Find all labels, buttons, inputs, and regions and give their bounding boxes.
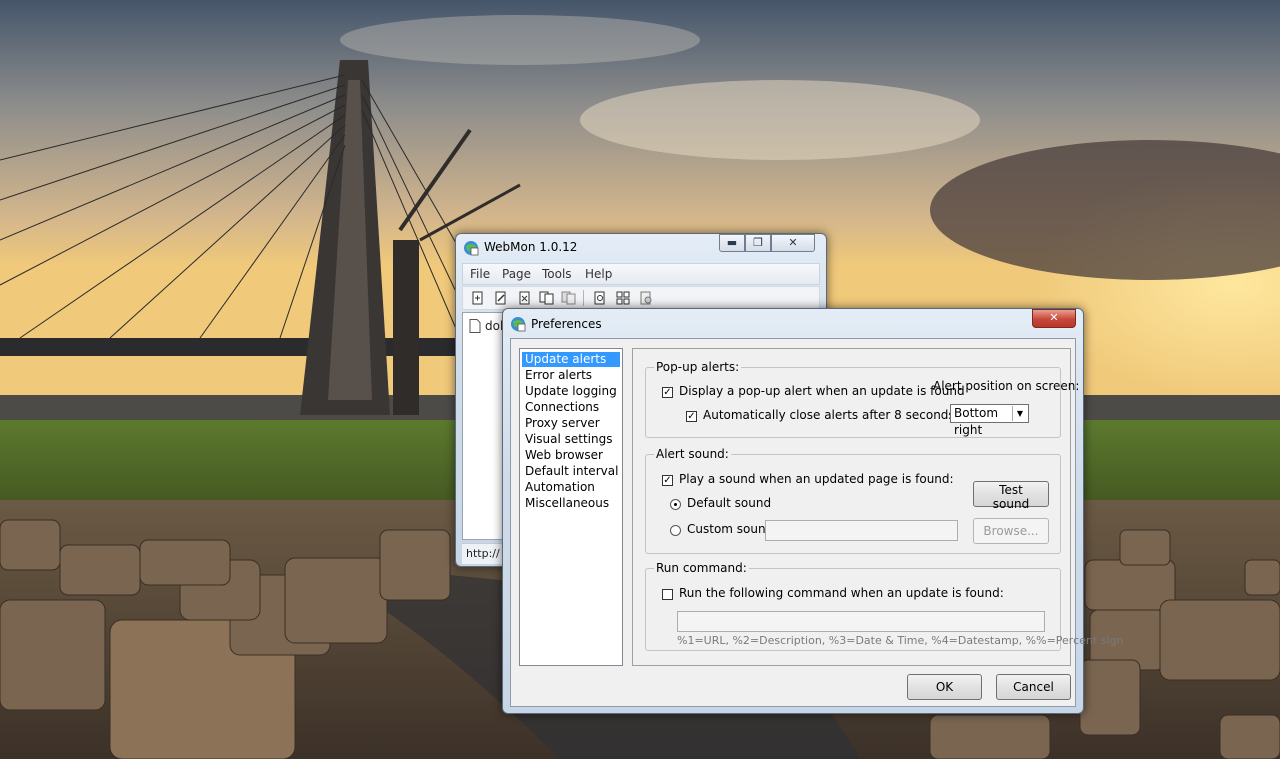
webmon-app-icon (464, 241, 479, 256)
check-page-icon[interactable] (593, 291, 607, 305)
alert-sound-group: Alert sound: ✓ Play a sound when an upda… (645, 447, 1061, 554)
custom-sound-path-input[interactable] (765, 520, 958, 541)
check-all-icon[interactable] (616, 291, 630, 305)
close-icon: ✕ (788, 236, 798, 249)
display-popup-checkbox[interactable]: ✓ (662, 387, 673, 398)
checkmark-icon: ✓ (663, 387, 672, 398)
run-command-label[interactable]: Run the following command when an update… (679, 586, 1004, 600)
menu-bar: File Page Tools Help (462, 263, 820, 285)
menu-help[interactable]: Help (585, 267, 612, 281)
paste-page-icon[interactable] (561, 291, 577, 305)
run-command-group: Run command: Run the following command w… (645, 561, 1123, 651)
preferences-client: Update alerts Error alerts Update loggin… (510, 338, 1123, 707)
popup-alerts-group: Pop-up alerts: ✓ Display a pop-up alert … (645, 360, 1079, 438)
test-sound-button[interactable]: Test sound (973, 481, 1049, 511)
custom-sound-label[interactable]: Custom sound: (687, 522, 777, 536)
play-sound-label[interactable]: Play a sound when an updated page is fou… (679, 472, 954, 486)
new-page-icon[interactable] (471, 291, 485, 305)
checkmark-icon: ✓ (687, 411, 696, 422)
toolbar-separator (583, 290, 584, 306)
webmon-title: WebMon 1.0.12 (484, 240, 578, 254)
autoclose-checkbox[interactable]: ✓ (686, 411, 697, 422)
category-error-alerts[interactable]: Error alerts (522, 368, 620, 383)
alert-position-label: Alert position on screen: (933, 379, 1080, 393)
category-connections[interactable]: Connections (522, 400, 620, 415)
default-sound-label[interactable]: Default sound (687, 496, 771, 510)
checkmark-icon: ✓ (663, 475, 672, 486)
alert-position-select[interactable]: Bottom right ▼ (950, 404, 1029, 437)
close-button[interactable]: ✕ (771, 234, 815, 252)
preferences-app-icon (511, 317, 526, 332)
alert-sound-legend: Alert sound: (654, 447, 731, 461)
webmon-titlebar[interactable]: WebMon 1.0.12 ▬ ❐ ✕ (456, 234, 826, 260)
autoclose-label[interactable]: Automatically close alerts after 8 secon… (703, 408, 955, 422)
command-input[interactable] (677, 611, 1045, 632)
copy-page-icon[interactable] (539, 291, 555, 305)
category-proxy-server[interactable]: Proxy server (522, 416, 620, 431)
category-update-alerts[interactable]: Update alerts (522, 352, 620, 367)
dialog-close-button[interactable]: ✕ (1032, 309, 1076, 328)
ok-button[interactable]: OK (907, 674, 982, 700)
play-sound-checkbox[interactable]: ✓ (662, 475, 673, 486)
preferences-dialog[interactable]: Preferences ✕ Update alerts Error alerts… (502, 308, 1123, 714)
alert-position-value: Bottom right (954, 406, 999, 437)
category-update-logging[interactable]: Update logging (522, 384, 620, 399)
minimize-icon: ▬ (726, 236, 738, 249)
chevron-down-icon: ▼ (1012, 406, 1027, 421)
delete-page-icon[interactable] (518, 291, 532, 305)
category-visual-settings[interactable]: Visual settings (522, 432, 620, 447)
settings-panel: Pop-up alerts: ✓ Display a pop-up alert … (632, 348, 1123, 666)
preferences-titlebar[interactable]: Preferences ✕ (503, 309, 1083, 335)
maximize-button[interactable]: ❐ (745, 234, 771, 252)
category-miscellaneous[interactable]: Miscellaneous (522, 496, 620, 511)
menu-page[interactable]: Page (502, 267, 531, 281)
run-command-legend: Run command: (654, 561, 749, 575)
browse-button[interactable]: Browse... (973, 518, 1049, 544)
run-command-checkbox[interactable] (662, 589, 673, 600)
category-list[interactable]: Update alerts Error alerts Update loggin… (519, 348, 623, 666)
menu-file[interactable]: File (470, 267, 490, 281)
category-automation[interactable]: Automation (522, 480, 620, 495)
edit-page-icon[interactable] (494, 291, 508, 305)
display-popup-label[interactable]: Display a pop-up alert when an update is… (679, 384, 965, 398)
close-icon: ✕ (1049, 311, 1059, 324)
popup-alerts-legend: Pop-up alerts: (654, 360, 742, 374)
preferences-title: Preferences (531, 317, 602, 331)
default-sound-radio[interactable] (670, 499, 681, 510)
restore-icon: ❐ (753, 236, 763, 249)
status-text: http:// (466, 547, 500, 560)
cancel-button[interactable]: Cancel (996, 674, 1071, 700)
toolbar (462, 286, 820, 310)
custom-sound-radio[interactable] (670, 525, 681, 536)
command-hint: %1=URL, %2=Description, %3=Date & Time, … (677, 634, 1124, 647)
category-web-browser[interactable]: Web browser (522, 448, 620, 463)
properties-icon[interactable] (639, 291, 653, 305)
menu-tools[interactable]: Tools (542, 267, 572, 281)
category-default-interval[interactable]: Default interval (522, 464, 620, 479)
page-icon (469, 319, 481, 333)
minimize-button[interactable]: ▬ (719, 234, 745, 252)
